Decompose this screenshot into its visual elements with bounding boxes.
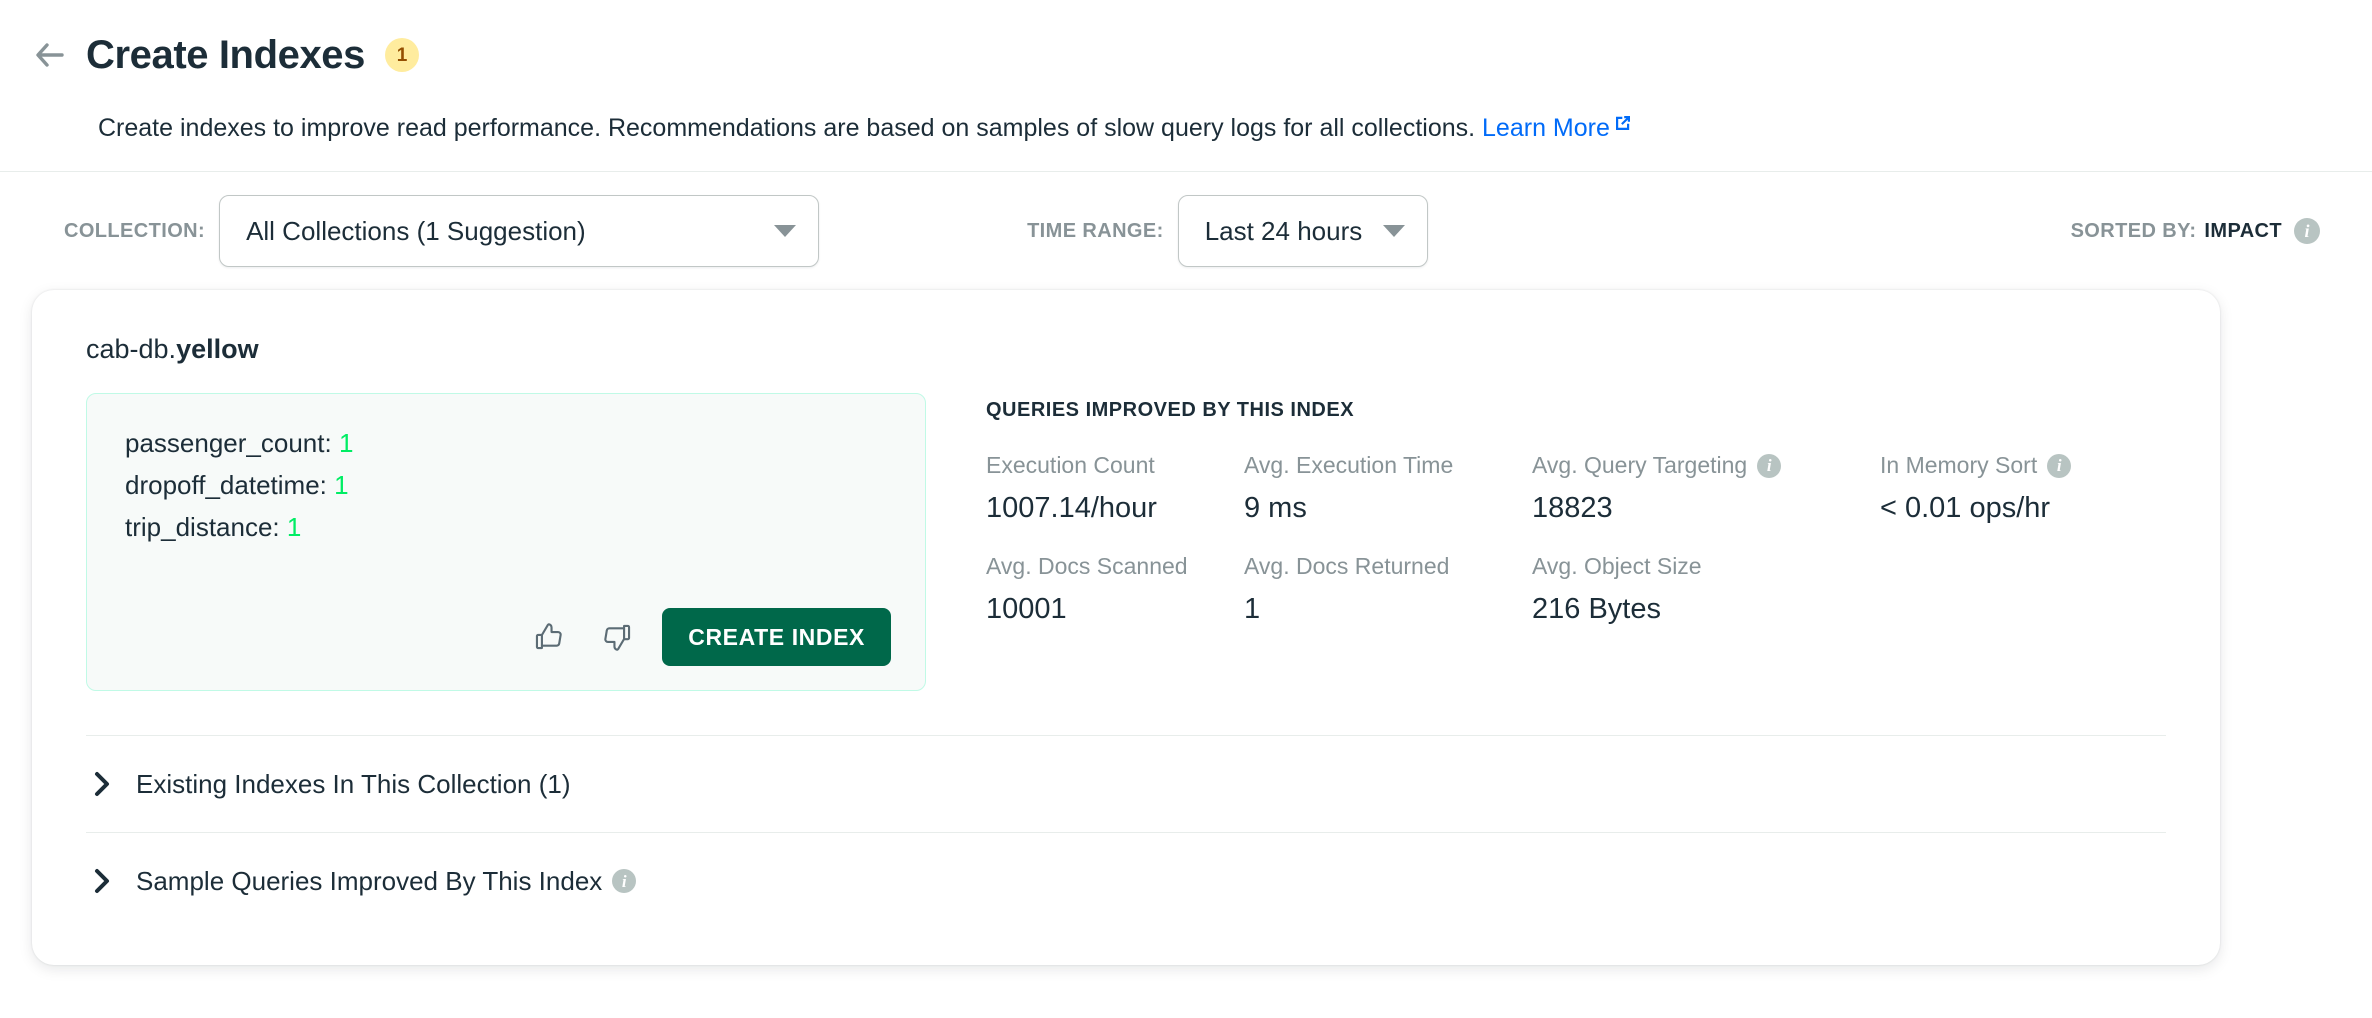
index-key-field: trip_distance:	[125, 512, 280, 542]
index-key-value: 1	[339, 428, 353, 458]
learn-more-label: Learn More	[1482, 114, 1610, 142]
time-range-select[interactable]: Last 24 hours	[1178, 195, 1428, 267]
metric-label: Avg. Object Size	[1532, 553, 1880, 581]
sorted-by-label: SORTED BY:	[2071, 220, 2197, 243]
metric-value: 1007.14/hour	[986, 491, 1244, 526]
metric-value: 18823	[1532, 491, 1880, 526]
index-key-value: 1	[334, 470, 348, 500]
metric-label: In Memory Sort i	[1880, 452, 2180, 480]
metric-value: 10001	[986, 592, 1244, 627]
index-key-field: dropoff_datetime:	[125, 470, 327, 500]
expander-section: Existing Indexes In This Collection (1) …	[86, 735, 2166, 929]
namespace-database: cab-db.	[86, 334, 176, 364]
index-suggestion-card: cab-db.yellow passenger_count: 1 dropoff…	[32, 290, 2220, 965]
info-icon[interactable]: i	[1757, 454, 1781, 478]
collection-select[interactable]: All Collections (1 Suggestion)	[219, 195, 819, 267]
collection-filter-label: COLLECTION:	[64, 220, 205, 243]
filter-bar: COLLECTION: All Collections (1 Suggestio…	[0, 172, 2372, 290]
metric-label: Avg. Docs Scanned	[986, 553, 1244, 581]
card-wrapper: cab-db.yellow passenger_count: 1 dropoff…	[0, 290, 2372, 965]
index-key-list: passenger_count: 1 dropoff_datetime: 1 t…	[125, 422, 891, 548]
time-range-select-value: Last 24 hours	[1205, 216, 1363, 247]
collection-filter: COLLECTION: All Collections (1 Suggestio…	[64, 195, 819, 267]
metrics-panel: QUERIES IMPROVED BY THIS INDEX Execution…	[926, 393, 2180, 627]
expander-label: Existing Indexes In This Collection (1)	[136, 769, 571, 800]
thumbs-up-icon[interactable]	[526, 614, 572, 660]
page-title: Create Indexes	[86, 33, 365, 78]
info-icon[interactable]: i	[612, 869, 636, 893]
back-arrow-icon[interactable]	[28, 33, 72, 77]
chevron-right-icon	[86, 867, 120, 895]
page-subtitle-text: Create indexes to improve read performan…	[98, 114, 1475, 142]
index-key-row: dropoff_datetime: 1	[125, 464, 891, 506]
metric-avg-query-targeting: Avg. Query Targeting i 18823	[1532, 452, 1880, 525]
metric-in-memory-sort: In Memory Sort i < 0.01 ops/hr	[1880, 452, 2180, 525]
namespace: cab-db.yellow	[86, 334, 2166, 365]
card-body: passenger_count: 1 dropoff_datetime: 1 t…	[86, 393, 2166, 691]
index-definition-box: passenger_count: 1 dropoff_datetime: 1 t…	[86, 393, 926, 691]
metric-avg-docs-scanned: Avg. Docs Scanned 10001	[986, 553, 1244, 626]
index-key-field: passenger_count:	[125, 428, 332, 458]
metrics-title: QUERIES IMPROVED BY THIS INDEX	[986, 399, 2180, 422]
metric-label: Avg. Docs Returned	[1244, 553, 1532, 581]
title-row: Create Indexes 1	[0, 24, 2372, 86]
expander-existing-indexes[interactable]: Existing Indexes In This Collection (1)	[86, 736, 2166, 832]
index-key-row: trip_distance: 1	[125, 506, 891, 548]
suggestion-count-badge: 1	[385, 38, 419, 72]
card-bottom-padding	[86, 929, 2166, 965]
thumbs-down-icon[interactable]	[594, 614, 640, 660]
create-index-button[interactable]: CREATE INDEX	[662, 608, 891, 666]
metric-execution-count: Execution Count 1007.14/hour	[986, 452, 1244, 525]
learn-more-link[interactable]: Learn More	[1482, 114, 1632, 142]
metric-avg-docs-returned: Avg. Docs Returned 1	[1244, 553, 1532, 626]
metric-value: 1	[1244, 592, 1532, 627]
index-key-value: 1	[287, 512, 301, 542]
expander-sample-queries[interactable]: Sample Queries Improved By This Index i	[86, 833, 2166, 929]
metric-label-text: In Memory Sort	[1880, 452, 2037, 480]
metric-value: 216 Bytes	[1532, 592, 1880, 627]
metric-label: Avg. Execution Time	[1244, 452, 1532, 480]
index-key-row: passenger_count: 1	[125, 422, 891, 464]
chevron-right-icon	[86, 770, 120, 798]
info-icon[interactable]: i	[2294, 218, 2320, 244]
page-header: Create Indexes 1 Create indexes to impro…	[0, 0, 2372, 172]
metric-label: Execution Count	[986, 452, 1244, 480]
metric-avg-object-size: Avg. Object Size 216 Bytes	[1532, 553, 1880, 626]
metric-label-text: Avg. Query Targeting	[1532, 452, 1747, 480]
chevron-down-icon	[1383, 225, 1405, 237]
external-link-icon	[1614, 108, 1632, 142]
chevron-down-icon	[774, 225, 796, 237]
sorted-by: SORTED BY: IMPACT i	[2071, 218, 2320, 244]
time-range-filter-label: TIME RANGE:	[1027, 220, 1164, 243]
page-subtitle: Create indexes to improve read performan…	[0, 108, 2372, 146]
metric-value: < 0.01 ops/hr	[1880, 491, 2180, 526]
metrics-row: Execution Count 1007.14/hour Avg. Execut…	[986, 452, 2180, 525]
metric-avg-execution-time: Avg. Execution Time 9 ms	[1244, 452, 1532, 525]
metric-value: 9 ms	[1244, 491, 1532, 526]
collection-select-value: All Collections (1 Suggestion)	[246, 216, 586, 247]
expander-label: Sample Queries Improved By This Index	[136, 866, 602, 897]
time-range-filter: TIME RANGE: Last 24 hours	[1027, 195, 1428, 267]
info-icon[interactable]: i	[2047, 454, 2071, 478]
sorted-by-value: IMPACT	[2204, 220, 2282, 243]
metric-label: Avg. Query Targeting i	[1532, 452, 1880, 480]
namespace-collection: yellow	[176, 334, 259, 364]
index-actions: CREATE INDEX	[121, 608, 891, 666]
metrics-row: Avg. Docs Scanned 10001 Avg. Docs Return…	[986, 553, 2180, 626]
